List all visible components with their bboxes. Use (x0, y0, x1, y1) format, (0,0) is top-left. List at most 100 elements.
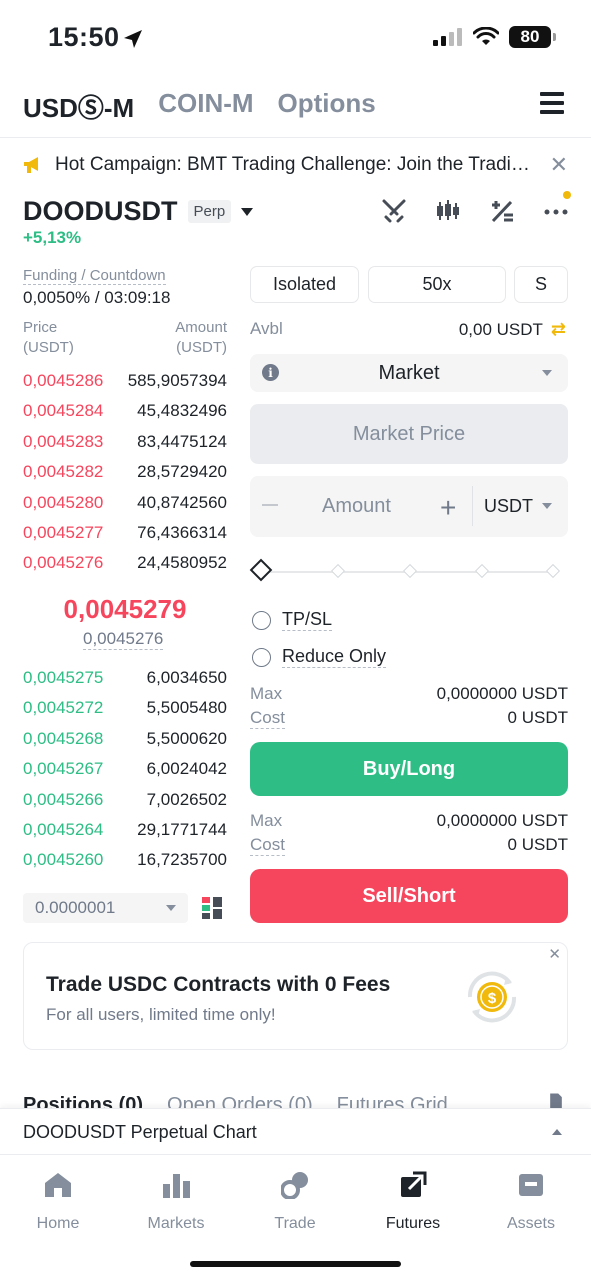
home-indicator (190, 1261, 401, 1267)
tick-size-value: 0.0000001 (35, 898, 116, 917)
sell-max-value: 0,0000000 USDT (436, 811, 568, 830)
ask-row[interactable]: 0,0045282 28,5729420 (23, 457, 231, 488)
close-icon[interactable]: ✕ (548, 945, 561, 963)
bid-row[interactable]: 0,0045266 7,0026502 (23, 784, 231, 815)
bid-row[interactable]: 0,0045275 6,0034650 (23, 663, 231, 693)
close-icon[interactable]: ✕ (550, 152, 568, 178)
pair-toolbar (381, 198, 569, 224)
reduce-only-checkbox[interactable]: Reduce Only (252, 646, 387, 668)
ask-price: 0,0045280 (23, 492, 104, 512)
more-icon[interactable] (543, 198, 569, 224)
ask-amount: 24,4580952 (137, 553, 227, 573)
promo-subtitle: For all users, limited time only! (46, 1005, 276, 1024)
tab-usds-m[interactable]: USDⓈ-M (23, 88, 134, 125)
ask-row[interactable]: 0,0045277 76,4366314 (23, 518, 231, 548)
megaphone-icon (24, 157, 38, 173)
battle-swords-icon[interactable] (381, 198, 407, 224)
assets-icon (519, 1174, 543, 1196)
nav-markets[interactable]: Markets (121, 1167, 231, 1233)
bid-row[interactable]: 0,0045267 6,0024042 (23, 754, 231, 785)
reduce-only-label: Reduce Only (282, 646, 387, 668)
margin-mode-button[interactable]: Isolated (250, 266, 359, 303)
ask-row[interactable]: 0,0045284 45,4832496 (23, 396, 231, 427)
ask-row[interactable]: 0,0045286 585,9057394 (23, 366, 231, 396)
nav-trade[interactable]: Trade (240, 1167, 350, 1233)
bid-depth-bar (226, 784, 231, 815)
buy-cost-value: 0 USDT (507, 708, 568, 727)
nav-assets-label: Assets (506, 1215, 555, 1232)
promo-card[interactable]: Trade USDC Contracts with 0 Fees For all… (23, 942, 568, 1050)
bid-amount: 6,0024042 (146, 759, 227, 779)
transfer-icon[interactable]: ⇄ (551, 319, 566, 340)
bid-row[interactable]: 0,0045260 16,7235700 (23, 845, 231, 876)
nav-markets-label: Markets (147, 1215, 205, 1232)
slider-node-50[interactable] (402, 563, 418, 579)
slider-node-75[interactable] (474, 563, 490, 579)
bid-row[interactable]: 0,0045272 5,5005480 (23, 693, 231, 724)
funding-label[interactable]: Funding / Countdown (23, 267, 166, 285)
caret-up-icon[interactable] (552, 1129, 562, 1135)
bid-amount: 16,7235700 (137, 850, 227, 870)
radio-icon[interactable] (252, 647, 271, 667)
campaign-text: Hot Campaign: BMT Trading Challenge: Joi… (55, 154, 538, 175)
tab-coin-m[interactable]: COIN-M (158, 88, 253, 125)
buy-cost-label[interactable]: Cost (250, 708, 285, 729)
ask-row[interactable]: 0,0045283 83,4475124 (23, 426, 231, 457)
tab-futures-grid[interactable]: Futures Grid (337, 1092, 448, 1108)
minus-icon[interactable] (262, 504, 278, 506)
radio-icon[interactable] (252, 610, 271, 630)
amount-slider[interactable] (249, 558, 561, 582)
contract-type-tabs: USDⓈ-M COIN-M Options (23, 88, 376, 125)
nav-futures[interactable]: Futures (358, 1167, 468, 1233)
tab-open-orders[interactable]: Open Orders (0) (167, 1092, 313, 1108)
ask-amount: 40,8742560 (137, 492, 227, 512)
amount-field[interactable]: Amount + USDT (250, 476, 568, 537)
tick-size-select[interactable]: 0.0000001 (23, 893, 188, 923)
location-arrow-icon (124, 30, 142, 48)
bid-amount: 29,1771744 (137, 820, 227, 839)
sell-short-button[interactable]: Sell/Short (250, 869, 568, 923)
amount-placeholder[interactable]: Amount (322, 495, 391, 518)
sell-cost-label[interactable]: Cost (250, 835, 285, 856)
nav-assets[interactable]: Assets (476, 1167, 586, 1233)
orderbook-layout-icon[interactable] (202, 897, 222, 919)
chart-label: DOODUSDT Perpetual Chart (23, 1122, 257, 1142)
bid-row[interactable]: 0,0045264 29,1771744 (23, 815, 231, 845)
last-price[interactable]: 0,0045279 (23, 594, 227, 625)
bid-row[interactable]: 0,0045268 5,5000620 (23, 723, 231, 754)
ask-row[interactable]: 0,0045276 24,4580952 (23, 548, 231, 579)
slider-thumb[interactable] (249, 558, 273, 582)
price-header: Price (USDT) (23, 318, 74, 358)
document-icon[interactable] (546, 1092, 566, 1108)
slider-node-25[interactable] (330, 563, 346, 579)
status-indicators: 80 (433, 26, 556, 48)
ask-row[interactable]: 0,0045280 40,8742560 (23, 487, 231, 518)
tpsl-checkbox[interactable]: TP/SL (252, 609, 333, 631)
tab-options[interactable]: Options (278, 88, 376, 125)
mark-price[interactable]: 0,0045276 (83, 629, 164, 650)
order-type-select[interactable]: i Market (250, 354, 568, 392)
leverage-button[interactable]: 50x (368, 266, 506, 303)
svg-text:$: $ (488, 990, 497, 1007)
calculator-icon[interactable] (489, 198, 515, 224)
slider-node-100[interactable] (545, 563, 561, 579)
nav-home[interactable]: Home (3, 1167, 113, 1233)
amount-unit[interactable]: USDT (484, 496, 533, 517)
tab-positions[interactable]: Positions (0) (23, 1092, 143, 1108)
campaign-banner[interactable]: Hot Campaign: BMT Trading Challenge: Joi… (23, 152, 568, 178)
bid-price: 0,0045266 (23, 789, 104, 809)
hamburger-menu-icon[interactable] (540, 92, 564, 114)
caret-down-icon (542, 503, 552, 509)
plus-icon[interactable]: + (440, 492, 456, 524)
chart-toggle-bar[interactable]: DOODUSDT Perpetual Chart (0, 1108, 591, 1154)
ask-amount: 585,9057394 (127, 371, 227, 390)
buy-long-button[interactable]: Buy/Long (250, 742, 568, 796)
pair-selector[interactable]: DOODUSDT Perp (23, 196, 254, 227)
wifi-icon (473, 27, 499, 45)
position-mode-button[interactable]: S (514, 266, 568, 303)
ask-amount: 45,4832496 (137, 401, 227, 421)
info-icon[interactable]: i (262, 364, 279, 381)
candlestick-chart-icon[interactable] (435, 198, 461, 224)
caret-down-icon (542, 370, 552, 376)
divider (0, 137, 591, 138)
